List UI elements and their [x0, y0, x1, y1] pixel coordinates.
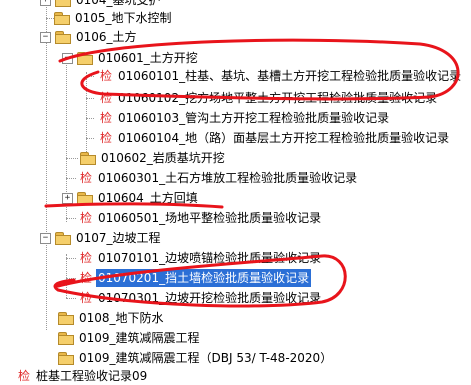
tree-folder-node[interactable]: − 0106_土方: [40, 28, 139, 46]
folder-icon: [80, 152, 96, 165]
tree-node-label: 01060104_地（路）面基层土方开挖工程检验批质量验收记录: [118, 131, 450, 145]
tree-node-label: 01070301_边坡开挖检验批质量验收记录: [98, 291, 322, 305]
tree-doc-node[interactable]: 检 01060501_场地平整检验批质量验收记录: [80, 209, 323, 227]
document-icon: 检: [100, 111, 113, 125]
tree-doc-node[interactable]: 检 01060103_管沟土方开挖工程检验批质量验收记录: [100, 109, 391, 127]
tree-node-label: 010602_岩质基坑开挖: [101, 151, 225, 165]
tree-node-label: 01060301_土石方堆放工程检验批质量验收记录: [98, 171, 358, 185]
document-icon: 检: [100, 91, 113, 105]
tree-doc-node[interactable]: 检 01070301_边坡开挖检验批质量验收记录: [80, 289, 323, 307]
document-icon: 检: [80, 251, 93, 265]
folder-open-icon: [55, 232, 71, 245]
tree-doc-node[interactable]: 检 01070101_边坡喷锚检验批质量验收记录: [80, 249, 323, 267]
tree-node-label: 桩基工程验收记录09: [36, 369, 148, 383]
tree-node-label: 010604_土方回填: [98, 191, 198, 205]
tree-connector: [86, 118, 94, 119]
folder-icon: [55, 0, 71, 7]
tree-folder-node[interactable]: 0109_建筑减隔震工程（DBJ 53/ T-48-2020）: [58, 349, 334, 367]
folder-icon: [58, 332, 74, 345]
tree-node-label: 0105_地下水控制: [75, 11, 172, 25]
expand-toggle[interactable]: +: [62, 193, 73, 204]
tree-connector: [66, 258, 76, 259]
document-icon: 检: [80, 271, 93, 285]
tree-folder-node[interactable]: +0104_基坑支护: [40, 0, 163, 9]
tree-connector: [66, 158, 78, 159]
tree-doc-node[interactable]: 检桩基工程验收记录09: [18, 367, 149, 385]
tree-folder-node[interactable]: 0109_建筑减隔震工程: [58, 329, 202, 347]
folder-open-icon: [77, 52, 93, 65]
tree-node-label: 0108_地下防水: [79, 311, 164, 325]
document-icon: 检: [18, 369, 31, 383]
tree-connector: [46, 0, 47, 330]
folder-icon: [54, 12, 70, 25]
tree-doc-node[interactable]: 检 01060104_地（路）面基层土方开挖工程检验批质量验收记录: [100, 129, 451, 147]
collapse-toggle[interactable]: −: [40, 233, 51, 244]
document-icon: 检: [100, 69, 113, 83]
document-icon: 检: [100, 131, 113, 145]
tree-connector: [86, 98, 94, 99]
file-tree: +0104_基坑支护 0105_地下水控制 −0106_土方 −010601_土…: [0, 0, 471, 383]
tree-folder-node[interactable]: − 0107_边坡工程: [40, 229, 163, 247]
tree-node-label: 0107_边坡工程: [76, 231, 161, 245]
tree-doc-node[interactable]: 检 01060101_柱基、基坑、基槽土方开挖工程检验批质量验收记录: [100, 67, 463, 85]
tree-node-label: 0109_建筑减隔震工程: [79, 331, 200, 345]
folder-icon: [58, 312, 74, 325]
tree-node-label: 01060102_挖方场地平整土方开挖工程检验批质量验收记录: [118, 91, 438, 105]
tree-doc-node-selected[interactable]: 检 01070201_挡土墙检验批质量验收记录: [80, 269, 312, 287]
tree-doc-node[interactable]: 检 01060301_土石方堆放工程检验批质量验收记录: [80, 169, 359, 187]
tree-node-label: 0106_土方: [76, 30, 137, 44]
tree-doc-node[interactable]: 检 01060102_挖方场地平整土方开挖工程检验批质量验收记录: [100, 89, 439, 107]
document-icon: 检: [80, 171, 93, 185]
tree-folder-node[interactable]: +010604_土方回填: [62, 189, 200, 207]
tree-node-label: 01060101_柱基、基坑、基槽土方开挖工程检验批质量验收记录: [118, 69, 462, 83]
tree-node-label: 01060103_管沟土方开挖工程检验批质量验收记录: [118, 111, 390, 125]
tree-connector: [66, 278, 76, 279]
document-icon: 检: [80, 211, 93, 225]
tree-folder-node[interactable]: 0108_地下防水: [58, 309, 166, 327]
tree-connector: [66, 218, 76, 219]
tree-connector: [66, 178, 76, 179]
tree-folder-node[interactable]: − 010601_土方开挖: [62, 49, 200, 67]
folder-open-icon: [55, 31, 71, 44]
tree-node-label: 0104_基坑支护: [76, 0, 161, 7]
collapse-toggle[interactable]: −: [62, 53, 73, 64]
tree-folder-node[interactable]: 010602_岩质基坑开挖: [80, 149, 227, 167]
tree-folder-node[interactable]: 0105_地下水控制: [54, 9, 174, 27]
tree-node-label: 0109_建筑减隔震工程（DBJ 53/ T-48-2020）: [79, 351, 333, 365]
tree-connector: [86, 138, 94, 139]
expand-toggle[interactable]: +: [40, 0, 51, 6]
tree-node-label: 010601_土方开挖: [98, 51, 198, 65]
tree-node-label: 01060501_场地平整检验批质量验收记录: [98, 211, 322, 225]
tree-connector: [66, 254, 67, 298]
tree-node-label: 01070201_挡土墙检验批质量验收记录: [96, 269, 312, 287]
collapse-toggle[interactable]: −: [40, 32, 51, 43]
folder-icon: [58, 352, 74, 365]
tree-node-label: 01070101_边坡喷锚检验批质量验收记录: [98, 251, 322, 265]
tree-connector: [66, 298, 76, 299]
folder-icon: [77, 192, 93, 205]
tree-connector: [86, 76, 94, 77]
document-icon: 检: [80, 291, 93, 305]
